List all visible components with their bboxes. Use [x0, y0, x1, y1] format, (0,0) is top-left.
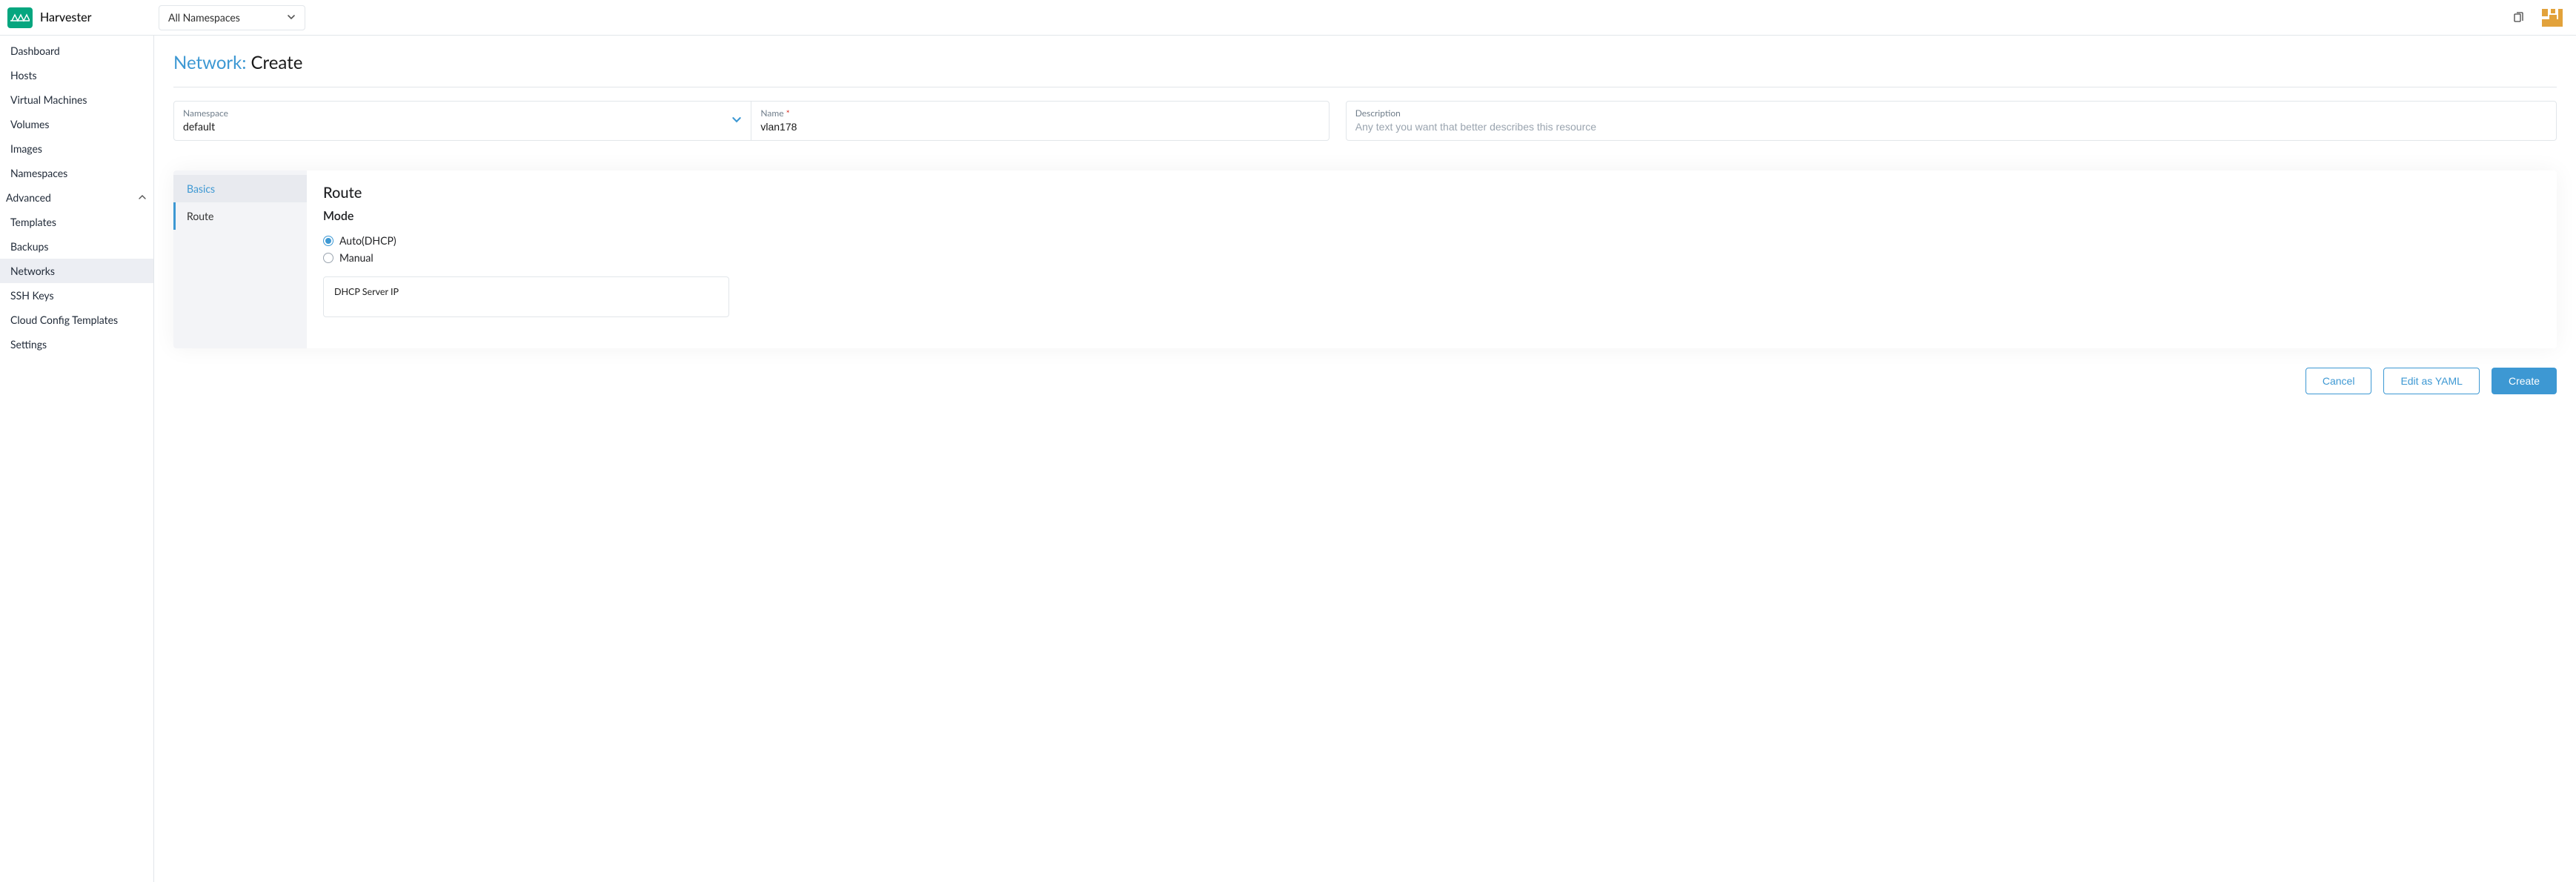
- form-row: Namespace default Name * Description: [173, 101, 2557, 141]
- sidebar-item-volumes[interactable]: Volumes: [0, 112, 153, 136]
- copy-config-icon[interactable]: [2511, 10, 2526, 25]
- name-label: Name *: [760, 107, 1319, 119]
- mode-option-auto[interactable]: Auto(DHCP): [323, 232, 2540, 249]
- description-label: Description: [1355, 107, 2547, 119]
- tab-basics[interactable]: Basics: [173, 175, 307, 202]
- dhcp-server-ip-field[interactable]: DHCP Server IP: [323, 276, 729, 317]
- description-input[interactable]: [1355, 121, 2547, 133]
- dhcp-server-ip-label: DHCP Server IP: [334, 286, 399, 297]
- sidebar-item-namespaces[interactable]: Namespaces: [0, 161, 153, 185]
- mode-option-manual[interactable]: Manual: [323, 249, 2540, 266]
- edit-as-yaml-button[interactable]: Edit as YAML: [2383, 368, 2480, 394]
- page-title-prefix: Network:: [173, 52, 251, 73]
- sidebar-item-backups[interactable]: Backups: [0, 234, 153, 259]
- sidebar: Dashboard Hosts Virtual Machines Volumes…: [0, 36, 154, 882]
- radio-icon: [323, 253, 333, 263]
- radio-icon: [323, 236, 333, 246]
- sidebar-item-cloud-config-templates[interactable]: Cloud Config Templates: [0, 308, 153, 332]
- cancel-button[interactable]: Cancel: [2306, 368, 2372, 394]
- field-group-namespace-name: Namespace default Name *: [173, 101, 1330, 141]
- sidebar-item-settings[interactable]: Settings: [0, 332, 153, 357]
- page-title-action: Create: [251, 52, 303, 73]
- sidebar-item-templates[interactable]: Templates: [0, 210, 153, 234]
- name-input[interactable]: [760, 121, 1319, 133]
- content: Network: Create Namespace default Name *: [154, 36, 2576, 882]
- mode-option-manual-label: Manual: [339, 251, 374, 264]
- namespace-label: Namespace: [183, 107, 742, 119]
- mode-heading: Mode: [323, 209, 2540, 223]
- description-field[interactable]: Description: [1347, 102, 2556, 140]
- sidebar-item-ssh-keys[interactable]: SSH Keys: [0, 283, 153, 308]
- sidebar-item-dashboard[interactable]: Dashboard: [0, 39, 153, 63]
- sidebar-item-hosts[interactable]: Hosts: [0, 63, 153, 87]
- tab-route[interactable]: Route: [173, 202, 307, 230]
- config-panel: Basics Route Route Mode Auto(DHCP) Manua…: [173, 170, 2557, 348]
- name-field[interactable]: Name *: [751, 102, 1328, 140]
- namespace-value: default: [183, 120, 215, 133]
- tab-body-route: Route Mode Auto(DHCP) Manual DHCP Server…: [307, 170, 2557, 348]
- mode-option-auto-label: Auto(DHCP): [339, 234, 396, 247]
- config-tabs: Basics Route: [173, 170, 307, 348]
- brand: Harvester: [7, 7, 148, 28]
- chevron-down-icon: [287, 11, 296, 24]
- brand-name: Harvester: [40, 10, 91, 24]
- namespace-field[interactable]: Namespace default: [174, 102, 751, 140]
- sidebar-item-virtual-machines[interactable]: Virtual Machines: [0, 87, 153, 112]
- namespace-selector-value: All Namespaces: [168, 11, 240, 24]
- sidebar-item-images[interactable]: Images: [0, 136, 153, 161]
- harvester-logo-icon: [7, 7, 33, 28]
- footer-actions: Cancel Edit as YAML Create: [173, 368, 2557, 394]
- namespace-selector[interactable]: All Namespaces: [159, 5, 305, 30]
- main-layout: Dashboard Hosts Virtual Machines Volumes…: [0, 36, 2576, 882]
- route-heading: Route: [323, 184, 2540, 202]
- create-button[interactable]: Create: [2492, 368, 2557, 394]
- sidebar-group-advanced[interactable]: Advanced: [0, 185, 153, 210]
- chevron-up-icon: [139, 192, 146, 203]
- app-header: Harvester All Namespaces: [0, 0, 2576, 36]
- field-group-description: Description: [1346, 101, 2557, 141]
- sidebar-item-networks[interactable]: Networks: [0, 259, 153, 283]
- page-title: Network: Create: [173, 52, 2557, 73]
- required-indicator: *: [786, 107, 790, 119]
- header-right: [2511, 4, 2566, 31]
- rancher-logo-icon[interactable]: [2539, 4, 2566, 31]
